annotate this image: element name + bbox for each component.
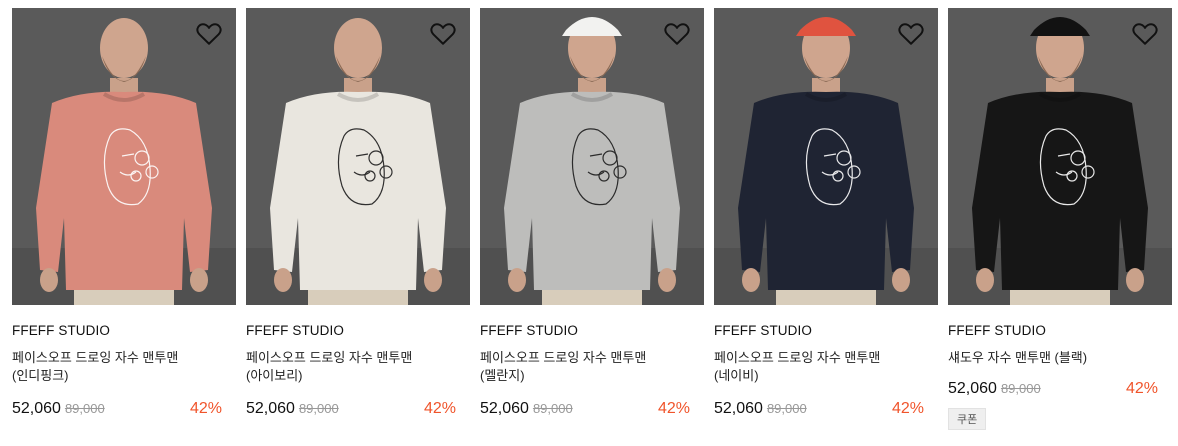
product-image[interactable] (246, 8, 470, 305)
product-card[interactable]: FFEFF STUDIO 섀도우 자수 맨투맨 (블랙) 52,060 89,00… (948, 8, 1172, 430)
original-price: 89,000 (1000, 381, 1041, 396)
product-card[interactable]: FFEFF STUDIO 페이스오프 드로잉 자수 맨투맨 (네이비) 52,0… (714, 8, 938, 420)
price-row: 52,060 89,000 42% (246, 400, 470, 420)
heart-outline-icon[interactable] (430, 22, 456, 46)
product-name[interactable]: 페이스오프 드로잉 자수 맨투맨 (인디핑크) (12, 349, 224, 387)
model-photo (714, 8, 938, 305)
model-photo (246, 8, 470, 305)
price-row: 52,060 89,000 42% (480, 400, 704, 420)
product-name[interactable]: 페이스오프 드로잉 자수 맨투맨 (네이비) (714, 349, 926, 387)
price-row: 52,060 89,000 42% (714, 400, 938, 420)
discount-rate: 42% (891, 400, 924, 417)
price-row: 52,060 89,000 42% (12, 400, 236, 420)
heart-outline-icon[interactable] (196, 22, 222, 46)
price-row: 52,060 89,000 42% (948, 380, 1172, 400)
model-photo (12, 8, 236, 305)
heart-outline-icon[interactable] (898, 22, 924, 46)
original-price: 89,000 (64, 401, 105, 416)
discount-rate: 42% (423, 400, 456, 417)
model-photo (948, 8, 1172, 305)
heart-outline-icon[interactable] (1132, 22, 1158, 46)
coupon-badge: 쿠폰 (948, 408, 987, 430)
brand-name[interactable]: FFEFF STUDIO (948, 323, 1172, 339)
product-name[interactable]: 페이스오프 드로잉 자수 맨투맨 (아이보리) (246, 349, 458, 387)
original-price: 89,000 (532, 401, 573, 416)
discount-rate: 42% (657, 400, 690, 417)
sale-price: 52,060 (12, 400, 61, 417)
brand-name[interactable]: FFEFF STUDIO (480, 323, 704, 339)
product-image[interactable] (480, 8, 704, 305)
product-name[interactable]: 섀도우 자수 맨투맨 (블랙) (948, 349, 1160, 369)
product-card[interactable]: FFEFF STUDIO 페이스오프 드로잉 자수 맨투맨 (멜란지) 52,0… (480, 8, 704, 420)
sale-price: 52,060 (480, 400, 529, 417)
brand-name[interactable]: FFEFF STUDIO (12, 323, 236, 339)
brand-name[interactable]: FFEFF STUDIO (246, 323, 470, 339)
discount-rate: 42% (1125, 380, 1158, 397)
product-card[interactable]: FFEFF STUDIO 페이스오프 드로잉 자수 맨투맨 (아이보리) 52,… (246, 8, 470, 420)
product-image[interactable] (12, 8, 236, 305)
sale-price: 52,060 (714, 400, 763, 417)
product-image[interactable] (714, 8, 938, 305)
original-price: 89,000 (298, 401, 339, 416)
discount-rate: 42% (189, 400, 222, 417)
heart-outline-icon[interactable] (664, 22, 690, 46)
model-photo (480, 8, 704, 305)
sale-price: 52,060 (246, 400, 295, 417)
product-card[interactable]: FFEFF STUDIO 페이스오프 드로잉 자수 맨투맨 (인디핑크) 52,… (12, 8, 236, 420)
product-grid: FFEFF STUDIO 페이스오프 드로잉 자수 맨투맨 (인디핑크) 52,… (0, 0, 1178, 446)
original-price: 89,000 (766, 401, 807, 416)
brand-name[interactable]: FFEFF STUDIO (714, 323, 938, 339)
sale-price: 52,060 (948, 380, 997, 397)
product-name[interactable]: 페이스오프 드로잉 자수 맨투맨 (멜란지) (480, 349, 692, 387)
product-image[interactable] (948, 8, 1172, 305)
